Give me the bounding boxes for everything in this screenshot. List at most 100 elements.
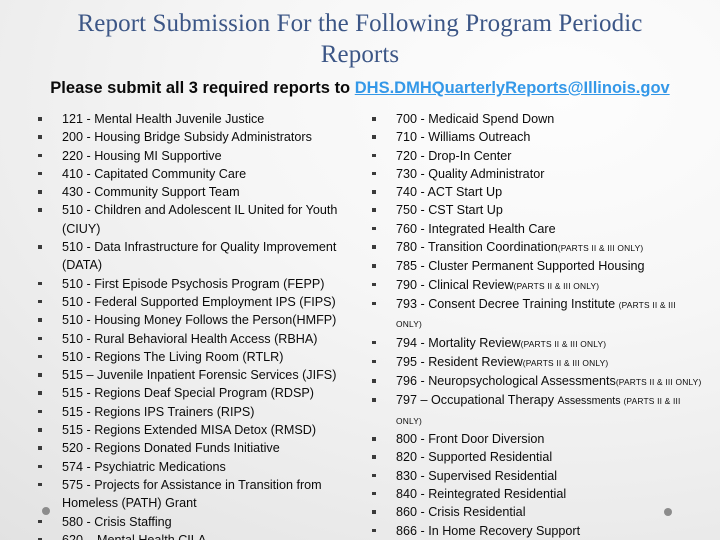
- list-item: 515 - Regions Deaf Special Program (RDSP…: [30, 384, 360, 402]
- bullet-square-icon: [38, 117, 42, 121]
- list-item: 860 - Crisis Residential: [364, 503, 704, 521]
- bullet-square-icon: [38, 281, 42, 286]
- list-item: 510 - First Episode Psychosis Program (F…: [30, 275, 360, 293]
- decorative-dot: [664, 508, 672, 516]
- list-item-label: 510 - Rural Behavioral Health Access (RB…: [62, 331, 318, 346]
- bullet-square-icon: [372, 528, 376, 533]
- list-item-main-text: 820 - Supported Residential: [396, 450, 553, 465]
- list-item: 780 - Transition Coordination(PARTS II &…: [364, 238, 704, 257]
- list-item: 620 – Mental Health CILA: [30, 531, 360, 540]
- list-item: 510 - Data Infrastructure for Quality Im…: [30, 238, 360, 275]
- bullet-square-icon: [38, 318, 42, 322]
- list-item-label: 510 - Regions The Living Room (RTLR): [62, 349, 284, 364]
- list-item: 575 - Projects for Assistance in Transit…: [30, 476, 360, 513]
- bullet-square-icon: [372, 359, 376, 364]
- bullet-square-icon: [372, 473, 376, 478]
- bullet-square-icon: [38, 153, 42, 158]
- bullet-square-icon: [372, 491, 376, 496]
- list-item: 785 - Cluster Permanent Supported Housin…: [364, 257, 704, 275]
- list-item-label: 520 - Regions Donated Funds Initiative: [62, 441, 280, 456]
- list-item-main-text: 797 – Occupational Therapy: [396, 393, 558, 408]
- list-item-label: 574 - Psychiatric Medications: [62, 459, 226, 474]
- list-item: 510 - Housing Money Follows the Person(H…: [30, 311, 360, 329]
- list-item-qualifier: (PARTS II & III ONLY): [513, 280, 600, 291]
- list-item-label: 121 - Mental Health Juvenile Justice: [62, 112, 265, 126]
- list-item-label: 710 - Williams Outreach: [396, 128, 704, 146]
- list-item-main-text: 866 - In Home Recovery Support: [396, 523, 581, 538]
- list-item-label: 740 - ACT Start Up: [396, 183, 704, 201]
- list-item-label: 795 - Resident Review(PARTS II & III ONL…: [396, 353, 704, 372]
- submission-email-link[interactable]: DHS.DMHQuarterlyReports@Illinois.gov: [355, 79, 670, 97]
- list-item-label: 510 - Children and Adolescent IL United …: [62, 203, 338, 236]
- list-item: 580 - Crisis Staffing: [30, 513, 360, 531]
- bullet-square-icon: [372, 301, 376, 306]
- title-block: Report Submission For the Following Prog…: [36, 8, 684, 70]
- bullet-square-icon: [38, 482, 42, 487]
- bullet-square-icon: [372, 245, 376, 249]
- list-item-main-text: 790 - Clinical Review: [396, 277, 514, 292]
- list-item-main-text: 795 - Resident Review: [396, 354, 523, 369]
- list-item-secondary-text: Assessments: [557, 395, 624, 408]
- bullet-square-icon: [372, 282, 376, 287]
- bullet-square-icon: [38, 190, 42, 194]
- list-item-label: 840 - Reintegrated Residential: [396, 485, 704, 503]
- list-item-label: 620 – Mental Health CILA: [62, 532, 207, 540]
- list-item: 820 - Supported Residential: [364, 448, 704, 466]
- bullet-square-icon: [38, 171, 42, 176]
- list-item: 430 - Community Support Team: [30, 183, 360, 201]
- list-item-main-text: 800 - Front Door Diversion: [396, 432, 545, 447]
- bullet-square-icon: [372, 510, 376, 514]
- list-item: 866 - In Home Recovery Support: [364, 522, 704, 540]
- list-item-qualifier: (PARTS II & III ONLY): [615, 377, 702, 388]
- bullet-square-icon: [38, 336, 42, 341]
- list-item-main-text: 740 - ACT Start Up: [396, 185, 503, 200]
- page-title: Report Submission For the Following Prog…: [77, 10, 643, 68]
- bullet-square-icon: [38, 354, 42, 359]
- bullet-square-icon: [38, 464, 42, 469]
- list-item-label: 515 - Regions Extended MISA Detox (RMSD): [62, 423, 317, 438]
- program-list-left: 121 - Mental Health Juvenile Justice 200 …: [30, 110, 360, 540]
- list-item-label: 730 - Quality Administrator: [396, 165, 704, 183]
- list-item-label: 796 - Neuropsychological Assessments(PAR…: [396, 372, 704, 391]
- bullet-square-icon: [38, 409, 42, 414]
- list-item: 830 - Supervised Residential: [364, 467, 704, 485]
- list-item-label: 515 - Regions Deaf Special Program (RDSP…: [62, 386, 314, 401]
- bullet-square-icon: [38, 373, 42, 377]
- list-item: 730 - Quality Administrator: [364, 165, 704, 183]
- bullet-square-icon: [38, 391, 42, 395]
- bullet-square-icon: [372, 117, 376, 121]
- list-item: 796 - Neuropsychological Assessments(PAR…: [364, 372, 704, 391]
- list-item: 795 - Resident Review(PARTS II & III ONL…: [364, 353, 704, 372]
- list-item: 510 - Regions The Living Room (RTLR): [30, 348, 360, 366]
- list-item-label: 797 – Occupational Therapy Assessments (…: [396, 391, 704, 430]
- bullet-square-icon: [372, 171, 376, 176]
- slide-canvas: Report Submission For the Following Prog…: [0, 0, 720, 540]
- list-item-label: 830 - Supervised Residential: [396, 467, 704, 485]
- list-item-label: 860 - Crisis Residential: [396, 503, 704, 521]
- list-item: 750 - CST Start Up: [364, 201, 704, 219]
- bullet-square-icon: [372, 135, 376, 139]
- list-item-main-text: 796 - Neuropsychological Assessments: [396, 374, 616, 389]
- list-item-qualifier: (PARTS II & III ONLY): [557, 243, 644, 254]
- bullet-square-icon: [38, 245, 42, 249]
- list-item-label: 510 - Data Infrastructure for Quality Im…: [62, 240, 337, 273]
- list-item: 510 - Rural Behavioral Health Access (RB…: [30, 330, 360, 348]
- list-item-label: 510 - Housing Money Follows the Person(H…: [62, 313, 337, 328]
- bullet-square-icon: [38, 135, 42, 139]
- list-item: 700 - Medicaid Spend Down: [364, 110, 704, 128]
- list-item: 121 - Mental Health Juvenile Justice: [30, 110, 360, 128]
- list-item: 840 - Reintegrated Residential: [364, 485, 704, 503]
- list-item: 574 - Psychiatric Medications: [30, 458, 360, 476]
- program-list-right: 700 - Medicaid Spend Down 710 - Williams …: [364, 110, 704, 540]
- list-item: 794 - Mortality Review(PARTS II & III ON…: [364, 334, 704, 353]
- list-item-qualifier: (PARTS II & III ONLY): [522, 357, 609, 368]
- list-item-main-text: 730 - Quality Administrator: [396, 166, 545, 181]
- list-item-main-text: 780 - Transition Coordination: [396, 240, 558, 255]
- bullet-square-icon: [38, 446, 42, 450]
- bullet-square-icon: [372, 208, 376, 212]
- list-item-label: 720 - Drop-In Center: [396, 147, 704, 165]
- list-item-label: 794 - Mortality Review(PARTS II & III ON…: [396, 334, 704, 353]
- bullet-square-icon: [38, 208, 42, 212]
- list-item-main-text: 793 - Consent Decree Training Institute: [396, 296, 619, 311]
- list-item-label: 580 - Crisis Staffing: [62, 514, 172, 529]
